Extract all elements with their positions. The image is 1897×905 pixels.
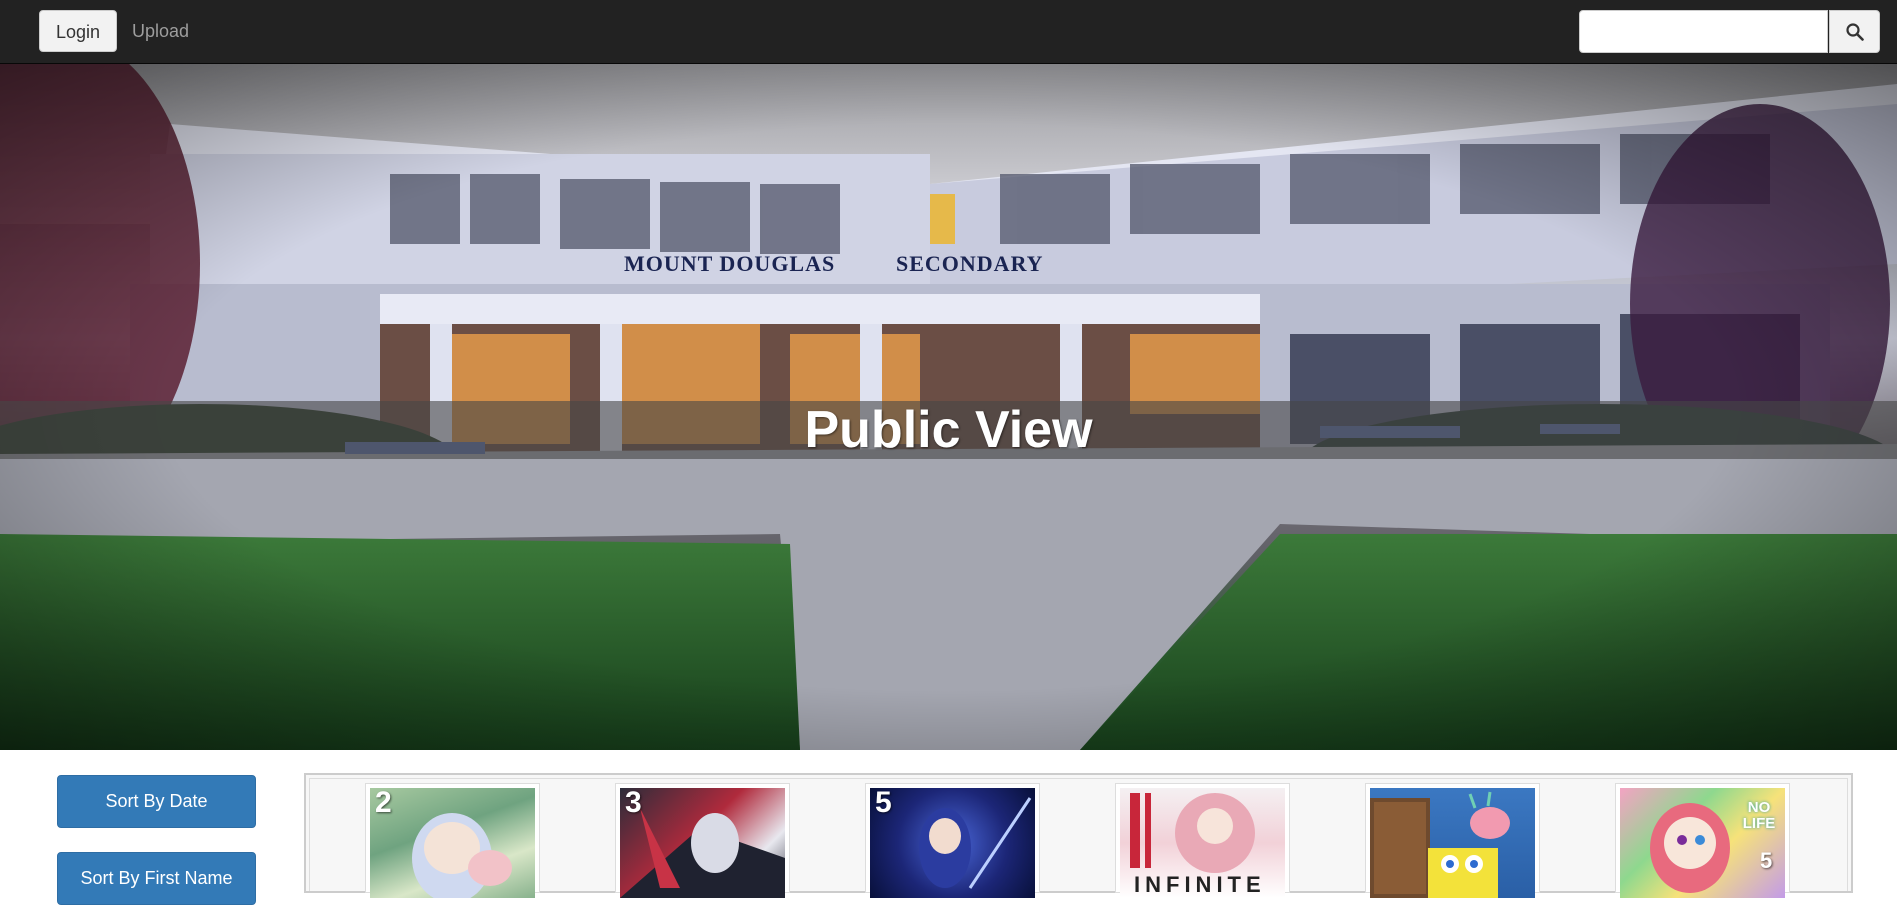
volume-number: 5 [875, 788, 892, 819]
volume-number: 2 [375, 788, 392, 819]
sort-by-first-name-button[interactable]: Sort By First Name [57, 852, 256, 905]
gallery-thumbnail[interactable]: INFINITE [1115, 783, 1290, 898]
login-button[interactable]: Login [39, 10, 118, 52]
search-input[interactable] [1579, 10, 1828, 53]
page-title: Public View [804, 401, 1093, 459]
sort-by-date-button[interactable]: Sort By Date [57, 775, 256, 828]
manga-cover-infinite-icon: INFINITE [1120, 788, 1285, 898]
manga-cover-mecha-icon: 3 [620, 788, 785, 898]
search-icon [1846, 23, 1864, 41]
upload-link[interactable]: Upload [116, 10, 205, 52]
volume-number: 3 [625, 788, 642, 819]
manga-cover-green-icon: 2 [370, 788, 535, 898]
school-sign-left: MOUNT DOUGLAS [624, 251, 836, 276]
volume-number: 5 [1760, 848, 1773, 873]
cover-title: NO LIFE [1742, 799, 1776, 832]
gallery-thumbnail[interactable]: 3 [615, 783, 790, 898]
gallery-thumbnail[interactable]: 2 [365, 783, 540, 898]
search-button[interactable] [1829, 10, 1880, 53]
hero-banner: MOUNT DOUGLAS SECONDARY Public View [0, 64, 1897, 750]
gallery-thumbnail[interactable]: NO LIFE 5 [1615, 783, 1790, 898]
manga-cover-blue-icon: 5 [870, 788, 1035, 898]
manga-cover-no-game-no-life-icon: NO LIFE 5 [1620, 788, 1785, 898]
cover-title: INFINITE [1134, 872, 1266, 897]
spongebob-cover-icon [1370, 788, 1535, 898]
top-navbar: Login Upload [0, 0, 1897, 64]
image-gallery: 2 3 5 INFINITE NO LIFE 5 [304, 773, 1853, 898]
school-sign-right: SECONDARY [896, 251, 1044, 276]
gallery-thumbnail[interactable] [1365, 783, 1540, 898]
gallery-thumbnail[interactable]: 5 [865, 783, 1040, 898]
